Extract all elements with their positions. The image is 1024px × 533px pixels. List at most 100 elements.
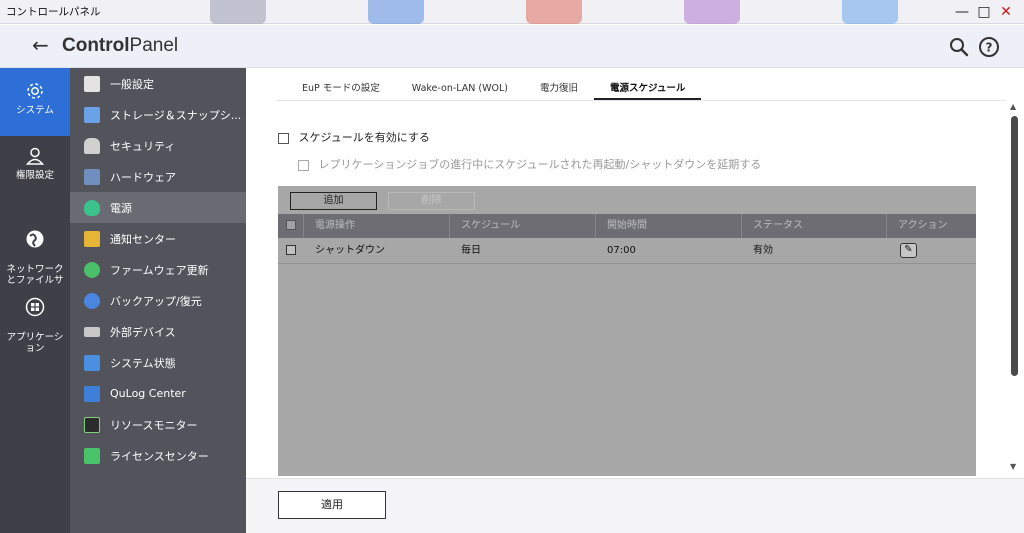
general-settings-icon <box>84 75 100 92</box>
select-all-checkbox[interactable] <box>286 220 296 230</box>
enable-schedule-option: スケジュールを有効にする <box>278 129 430 145</box>
maximize-button[interactable]: □ <box>974 2 994 22</box>
main-category-rail: システム 権限設定 ネットワーク とファイルサ アプリケーシ ョン <box>0 68 70 533</box>
power-icon <box>84 199 100 216</box>
schedule-table-panel: 追加 削除 電源操作 スケジュール 開始時間 ステータス アクション シャットダ… <box>278 186 976 476</box>
firmware-icon <box>84 261 100 278</box>
subnav-item-power[interactable]: 電源 <box>70 192 246 223</box>
delay-schedule-label: レプリケーションジョブの進行中にスケジュールされた再起動/シャットダウンを延期す… <box>318 158 762 171</box>
tab-bar: EuP モードの設定 Wake-on-LAN (WOL) 電力復旧 電源スケジュ… <box>286 80 702 102</box>
scroll-up-icon[interactable]: ▲ <box>1010 102 1016 111</box>
content-scrollbar[interactable]: ▲ ▼ <box>1008 100 1022 475</box>
column-header-status: ステータス <box>742 214 887 238</box>
subnav-item-general[interactable]: 一般設定 <box>70 68 246 99</box>
window-title: コントロールパネル <box>6 6 101 18</box>
subnav-item-label: ハードウェア <box>110 170 176 184</box>
content-area: EuP モードの設定 Wake-on-LAN (WOL) 電力復旧 電源スケジュ… <box>246 68 1024 533</box>
subnav-item-label: 外部デバイス <box>110 325 176 339</box>
tab-eup-mode[interactable]: EuP モードの設定 <box>286 80 396 100</box>
close-button[interactable]: ✕ <box>996 2 1016 22</box>
svg-text:?: ? <box>986 41 993 55</box>
column-header-start-time: 開始時間 <box>596 214 742 238</box>
subnav-item-storage[interactable]: ストレージ＆スナップシ... <box>70 99 246 130</box>
globe-icon <box>26 230 44 248</box>
subnav-item-system-status[interactable]: システム状態 <box>70 347 246 378</box>
rail-item-label: システム <box>16 105 54 116</box>
search-icon[interactable] <box>948 36 970 58</box>
app-title: ControlPanel <box>62 35 179 56</box>
user-icon <box>25 147 45 165</box>
subnav-item-label: バックアップ/復元 <box>110 294 202 308</box>
footer-bar: 適用 <box>246 478 1024 533</box>
subnav-item-label: 通知センター <box>110 232 176 246</box>
subnav-item-notification[interactable]: 通知センター <box>70 223 246 254</box>
column-header-operation: 電源操作 <box>304 214 450 238</box>
table-header: 電源操作 スケジュール 開始時間 ステータス アクション <box>278 214 976 238</box>
lock-icon <box>84 137 100 154</box>
add-button[interactable]: 追加 <box>290 192 377 210</box>
subnav-item-firmware[interactable]: ファームウェア更新 <box>70 254 246 285</box>
subnav-item-label: 電源 <box>110 201 132 215</box>
system-subnav: 一般設定 ストレージ＆スナップシ... セキュリティ ハードウェア 電源 通知セ… <box>70 68 246 533</box>
gear-icon <box>27 83 43 99</box>
rail-item-privilege[interactable]: 権限設定 <box>0 146 70 196</box>
subnav-item-hardware[interactable]: ハードウェア <box>70 161 246 192</box>
notification-icon <box>84 230 100 247</box>
subnav-item-external-device[interactable]: 外部デバイス <box>70 316 246 347</box>
scroll-thumb[interactable] <box>1011 116 1018 376</box>
resource-monitor-icon <box>84 416 100 433</box>
app-header: ← ControlPanel ? <box>0 25 1024 68</box>
apps-grid-icon <box>25 297 45 317</box>
tab-wake-on-lan[interactable]: Wake-on-LAN (WOL) <box>396 80 524 100</box>
subnav-item-label: 一般設定 <box>110 77 154 91</box>
select-all-cell <box>278 214 304 238</box>
subnav-item-label: システム状態 <box>110 356 176 370</box>
row-select-cell <box>278 238 304 263</box>
scroll-down-icon[interactable]: ▼ <box>1010 462 1016 471</box>
subnav-item-license[interactable]: ライセンスセンター <box>70 440 246 471</box>
column-header-action: アクション <box>898 220 948 231</box>
tab-power-schedule[interactable]: 電源スケジュール <box>594 80 702 100</box>
enable-schedule-checkbox[interactable] <box>278 132 289 144</box>
help-icon[interactable]: ? <box>978 36 1000 58</box>
apply-button[interactable]: 適用 <box>278 491 386 519</box>
qulog-icon <box>84 385 100 402</box>
rail-item-applications[interactable]: アプリケーシ ョン <box>0 286 70 354</box>
rail-item-label: アプリケーシ ョン <box>6 332 64 354</box>
subnav-item-label: セキュリティ <box>110 139 176 153</box>
edit-icon[interactable]: ✎ <box>900 242 917 258</box>
external-device-icon <box>84 326 100 337</box>
column-header-schedule: スケジュール <box>450 214 596 238</box>
background-desktop-strip <box>200 0 900 24</box>
subnav-item-security[interactable]: セキュリティ <box>70 130 246 161</box>
row-checkbox[interactable] <box>286 245 296 255</box>
table-row[interactable]: シャットダウン 毎日 07:00 有効 ✎ <box>278 238 976 264</box>
row-operation: シャットダウン <box>315 245 385 256</box>
subnav-item-label: ファームウェア更新 <box>110 263 209 277</box>
tab-power-recovery[interactable]: 電力復旧 <box>524 80 594 100</box>
subnav-item-label: ストレージ＆スナップシ... <box>110 108 242 122</box>
minimize-button[interactable]: — <box>952 2 972 22</box>
subnav-item-backup[interactable]: バックアップ/復元 <box>70 285 246 316</box>
hardware-icon <box>84 168 100 185</box>
storage-icon <box>84 106 100 123</box>
rail-item-label: ネットワーク とファイルサ <box>6 264 64 286</box>
subnav-item-resource-monitor[interactable]: リソースモニター <box>70 409 246 440</box>
row-status: 有効 <box>753 245 773 256</box>
system-status-icon <box>84 354 100 371</box>
rail-item-system[interactable]: システム <box>0 68 70 136</box>
window-titlebar: コントロールパネル — □ ✕ <box>0 0 1024 24</box>
rail-item-network[interactable]: ネットワーク とファイルサ <box>0 218 70 286</box>
row-start-time: 07:00 <box>607 245 636 256</box>
license-icon <box>84 447 100 464</box>
back-arrow-icon[interactable]: ← <box>32 33 49 57</box>
row-schedule: 毎日 <box>461 245 481 256</box>
delete-button: 削除 <box>388 192 475 210</box>
row-action: ✎ <box>887 238 976 263</box>
delay-schedule-checkbox <box>298 159 309 171</box>
subnav-item-qulog[interactable]: QuLog Center <box>70 378 246 409</box>
tab-divider <box>276 100 1006 101</box>
subnav-item-label: ライセンスセンター <box>110 449 209 463</box>
delay-schedule-option: レプリケーションジョブの進行中にスケジュールされた再起動/シャットダウンを延期す… <box>298 156 761 172</box>
enable-schedule-label: スケジュールを有効にする <box>298 131 430 144</box>
